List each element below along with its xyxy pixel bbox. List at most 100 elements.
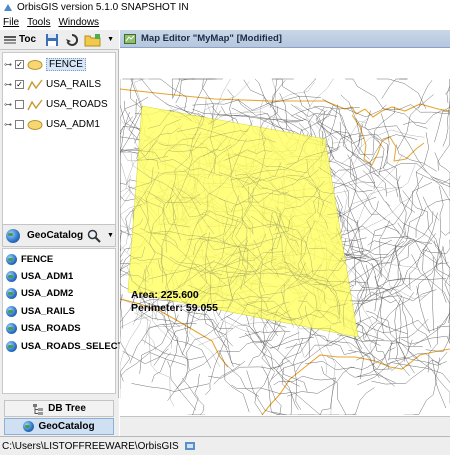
window-title: OrbisGIS version 5.1.0 SNAPSHOT IN <box>17 2 189 13</box>
toc-icon <box>4 35 16 44</box>
geocatalog-item-usa-roads[interactable]: USA_ROADS <box>6 321 81 336</box>
left-bottom-tabs: DB Tree GeoCatalog <box>0 398 119 436</box>
rail-line <box>365 310 405 362</box>
rail-line <box>437 79 450 171</box>
rail-line <box>388 357 447 366</box>
rail-line <box>243 79 303 131</box>
rail-line <box>246 327 308 392</box>
rail-line <box>219 350 250 413</box>
layer-label: FENCE <box>46 58 86 71</box>
add-folder-icon[interactable] <box>84 32 102 48</box>
line-layer-icon <box>27 79 43 90</box>
layer-checkbox[interactable] <box>15 100 24 109</box>
layer-checkbox[interactable]: ✓ <box>15 80 24 89</box>
rail-line <box>397 94 434 149</box>
rail-line <box>364 110 399 198</box>
toc-layer-fence[interactable]: ⊶ ✓ FENCE <box>3 56 86 73</box>
datasource-icon <box>6 288 17 299</box>
rail-line <box>167 360 196 411</box>
rail-line <box>445 79 450 95</box>
map-editor-header: Map Editor "MyMap" [Modified] <box>120 30 450 48</box>
toolbar-dropdown-icon[interactable]: ▼ <box>106 32 115 48</box>
geocatalog-item-label: USA_ROADS <box>21 323 81 334</box>
tab-label: GeoCatalog <box>38 421 95 432</box>
geocatalog-item-fence[interactable]: FENCE <box>6 252 53 267</box>
rail-line <box>416 286 431 334</box>
toc-layer-usa-rails[interactable]: ⊶ ✓ USA_RAILS <box>3 76 101 93</box>
rail-line <box>442 246 450 282</box>
rail-line <box>440 230 450 236</box>
measure-perimeter-label: Perimeter: 59.055 <box>131 302 218 314</box>
rail-line <box>391 207 427 261</box>
tab-db-tree[interactable]: DB Tree <box>4 400 114 417</box>
rail-line <box>337 334 423 347</box>
rail-line <box>348 182 400 234</box>
rail-line <box>321 366 357 415</box>
rail-line <box>397 222 450 280</box>
tab-label: DB Tree <box>48 403 86 414</box>
expand-icon[interactable]: ⊶ <box>3 100 13 109</box>
rail-line <box>305 361 355 371</box>
rail-line <box>210 78 231 123</box>
rail-line <box>225 364 260 397</box>
map-canvas[interactable]: Area: 225.600 Perimeter: 59.055 <box>120 49 450 415</box>
rail-line <box>120 315 154 338</box>
toc-title: Toc <box>19 34 37 45</box>
tab-geocatalog[interactable]: GeoCatalog <box>4 418 114 435</box>
map-svg[interactable] <box>120 49 450 415</box>
map-bottom-bar <box>120 416 450 436</box>
rail-line <box>371 262 415 374</box>
rail-line <box>402 298 418 359</box>
menu-file[interactable]: File <box>3 17 19 28</box>
rail-line <box>271 78 279 130</box>
geocatalog-item-label: FENCE <box>21 254 54 265</box>
measure-area-label: Area: 225.600 <box>131 289 199 301</box>
status-bar: C:\Users\LISTOFFREEWARE\OrbisGIS <box>0 436 450 455</box>
rail-line <box>426 198 450 208</box>
layer-checkbox[interactable]: ✓ <box>15 60 24 69</box>
geocatalog-icon <box>6 228 20 243</box>
rail-line <box>182 378 205 415</box>
rail-line <box>198 318 296 346</box>
rail-line <box>281 367 292 415</box>
menu-bar: File Tools Windows <box>0 15 450 30</box>
orbisgis-app-icon <box>4 3 12 11</box>
expand-icon[interactable]: ⊶ <box>3 60 13 69</box>
layer-checkbox[interactable] <box>15 120 24 129</box>
expand-icon[interactable]: ⊶ <box>3 120 13 129</box>
expand-icon[interactable]: ⊶ <box>3 80 13 89</box>
refresh-icon[interactable] <box>64 32 80 48</box>
layer-label: USA_ADM1 <box>46 119 100 130</box>
datasource-icon <box>6 271 17 282</box>
geocatalog-item-usa-adm2[interactable]: USA_ADM2 <box>6 286 73 301</box>
geocatalog-dropdown-icon[interactable]: ▼ <box>106 228 115 244</box>
geocatalog-item-label: USA_ADM1 <box>21 271 74 282</box>
datasource-icon <box>6 254 17 265</box>
menu-tools[interactable]: Tools <box>27 17 50 28</box>
rail-line <box>213 361 246 385</box>
rail-line <box>369 253 392 361</box>
geocatalog-item-usa-rails[interactable]: USA_RAILS <box>6 304 75 319</box>
rail-line <box>141 339 204 361</box>
window-titlebar: OrbisGIS version 5.1.0 SNAPSHOT IN <box>0 0 450 15</box>
geocatalog-item-usa-adm1[interactable]: USA_ADM1 <box>6 269 73 284</box>
rail-line <box>355 118 428 174</box>
search-icon[interactable] <box>86 228 102 244</box>
rail-line <box>380 113 398 181</box>
map-icon <box>124 33 136 44</box>
toc-layer-tree: ⊶ ✓ FENCE ⊶ ✓ USA_RAILS ⊶ USA_ROADS ⊶ US… <box>2 52 116 242</box>
datasource-icon <box>6 341 17 352</box>
rail-line <box>343 387 375 415</box>
rail-line <box>244 332 294 366</box>
rail-line <box>120 352 187 389</box>
menu-windows[interactable]: Windows <box>58 17 99 28</box>
rail-line <box>425 309 450 353</box>
save-icon[interactable] <box>44 32 60 48</box>
layer-label: USA_ROADS <box>46 99 108 110</box>
rail-line <box>329 107 375 190</box>
polygon-layer-icon <box>27 119 43 130</box>
toc-layer-usa-adm1[interactable]: ⊶ USA_ADM1 <box>3 116 100 133</box>
geocatalog-title: GeoCatalog <box>27 230 84 241</box>
workspace-icon[interactable] <box>184 440 196 452</box>
toc-layer-usa-roads[interactable]: ⊶ USA_ROADS <box>3 96 108 113</box>
